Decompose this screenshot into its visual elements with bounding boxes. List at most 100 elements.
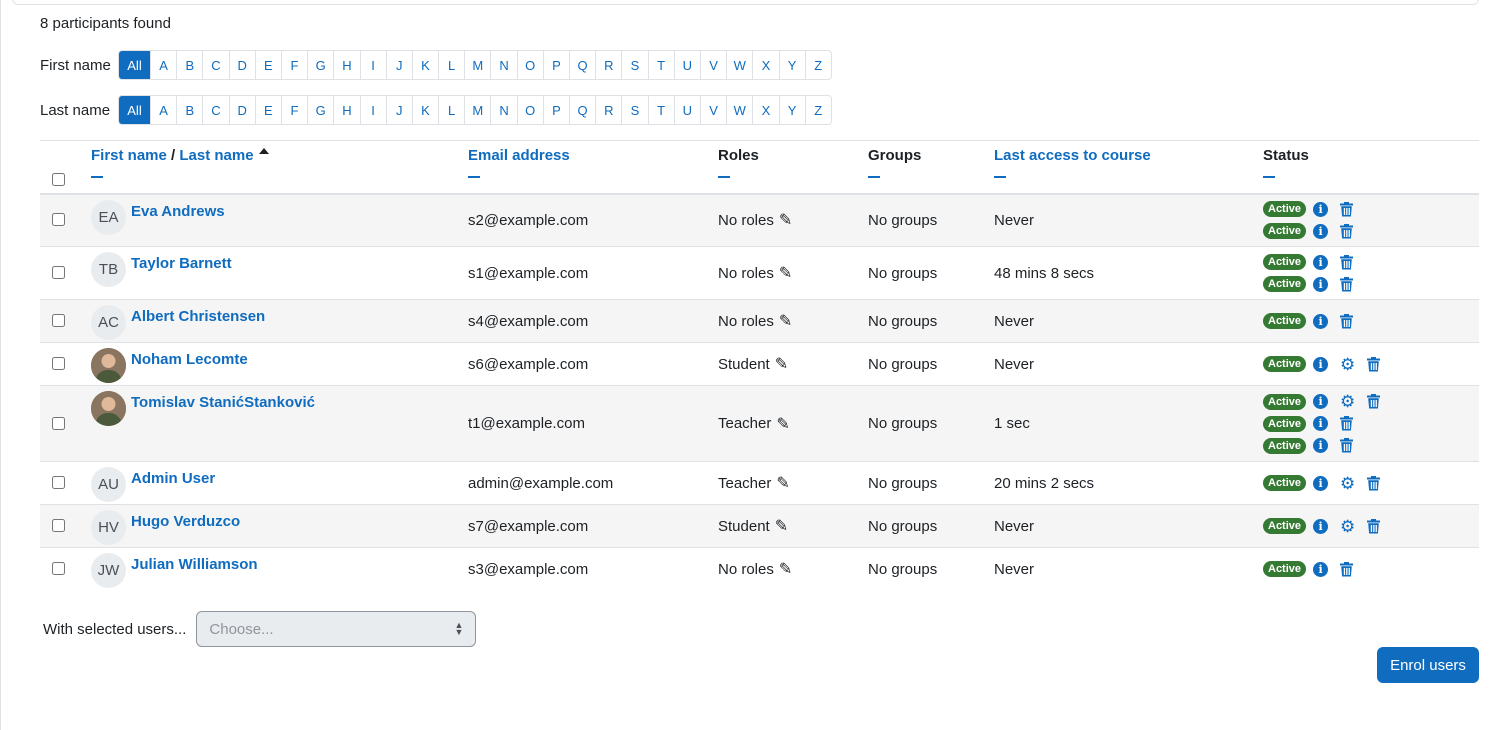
first-initials-letter-d[interactable]: D bbox=[228, 51, 255, 79]
trash-icon[interactable] bbox=[1340, 254, 1354, 270]
last-initials-letter-f[interactable]: F bbox=[280, 96, 307, 124]
info-icon[interactable]: i bbox=[1313, 416, 1329, 431]
pencil-icon[interactable]: ✎ bbox=[779, 559, 792, 579]
select-user-checkbox[interactable] bbox=[52, 266, 65, 279]
trash-icon[interactable] bbox=[1367, 394, 1381, 409]
collapse-column-icon[interactable] bbox=[468, 176, 480, 178]
user-link[interactable]: TB Taylor Barnett bbox=[91, 252, 232, 287]
pencil-icon[interactable]: ✎ bbox=[779, 210, 792, 230]
trash-icon[interactable] bbox=[1340, 313, 1354, 329]
collapse-column-icon[interactable] bbox=[994, 176, 1006, 178]
last-initials-letter-h[interactable]: H bbox=[333, 96, 359, 124]
collapse-column-icon[interactable] bbox=[718, 176, 730, 178]
last-initials-letter-j[interactable]: J bbox=[385, 96, 412, 124]
collapse-column-icon[interactable] bbox=[91, 176, 103, 178]
pencil-icon[interactable]: ✎ bbox=[779, 311, 792, 331]
first-initials-letter-y[interactable]: Y bbox=[778, 51, 805, 79]
first-initials-letter-t[interactable]: T bbox=[647, 51, 674, 79]
info-icon[interactable]: i bbox=[1313, 438, 1329, 453]
trash-icon[interactable] bbox=[1367, 475, 1381, 491]
sort-last-access-link[interactable]: Last access to course bbox=[994, 147, 1151, 164]
last-initials-letter-u[interactable]: U bbox=[673, 96, 700, 124]
trash-icon[interactable] bbox=[1340, 561, 1354, 577]
gear-icon[interactable]: ⚙ bbox=[1340, 475, 1355, 492]
trash-icon[interactable] bbox=[1340, 223, 1354, 239]
user-link[interactable]: Noham Lecomte bbox=[91, 348, 248, 383]
first-initials-letter-h[interactable]: H bbox=[333, 51, 359, 79]
user-link[interactable]: Tomislav StanićStanković bbox=[91, 391, 315, 426]
user-link[interactable]: HV Hugo Verduzco bbox=[91, 510, 240, 545]
trash-icon[interactable] bbox=[1340, 276, 1354, 292]
collapse-column-icon[interactable] bbox=[1263, 176, 1275, 178]
last-initials-letter-m[interactable]: M bbox=[464, 96, 490, 124]
info-icon[interactable]: i bbox=[1313, 561, 1329, 577]
last-initials-letter-s[interactable]: S bbox=[621, 96, 647, 124]
last-initials-letter-a[interactable]: A bbox=[150, 96, 176, 124]
info-icon[interactable]: i bbox=[1313, 475, 1329, 491]
first-initials-letter-u[interactable]: U bbox=[673, 51, 700, 79]
trash-icon[interactable] bbox=[1340, 201, 1354, 217]
first-initials-letter-n[interactable]: N bbox=[490, 51, 516, 79]
first-initials-letter-l[interactable]: L bbox=[438, 51, 464, 79]
user-link[interactable]: JW Julian Williamson bbox=[91, 553, 258, 588]
first-initials-letter-x[interactable]: X bbox=[752, 51, 778, 79]
first-initials-letter-w[interactable]: W bbox=[726, 51, 752, 79]
user-link[interactable]: EA Eva Andrews bbox=[91, 199, 225, 235]
last-initials-letter-all[interactable]: All bbox=[119, 96, 150, 124]
last-initials-letter-r[interactable]: R bbox=[595, 96, 621, 124]
info-icon[interactable]: i bbox=[1313, 254, 1329, 270]
first-initials-letter-g[interactable]: G bbox=[307, 51, 333, 79]
trash-icon[interactable] bbox=[1367, 518, 1381, 534]
info-icon[interactable]: i bbox=[1313, 223, 1329, 239]
first-initials-letter-i[interactable]: I bbox=[359, 51, 386, 79]
select-all-checkbox[interactable] bbox=[52, 173, 65, 187]
select-user-checkbox[interactable] bbox=[52, 314, 65, 327]
bulk-action-select[interactable]: Choose... ▲ ▼ bbox=[196, 611, 477, 647]
last-initials-letter-i[interactable]: I bbox=[359, 96, 386, 124]
user-link[interactable]: AC Albert Christensen bbox=[91, 305, 265, 340]
first-initials-letter-v[interactable]: V bbox=[699, 51, 726, 79]
sort-email-link[interactable]: Email address bbox=[468, 147, 570, 164]
collapse-column-icon[interactable] bbox=[868, 176, 880, 178]
first-initials-letter-j[interactable]: J bbox=[385, 51, 412, 79]
first-initials-letter-k[interactable]: K bbox=[411, 51, 438, 79]
info-icon[interactable]: i bbox=[1313, 356, 1329, 372]
select-user-checkbox[interactable] bbox=[52, 213, 65, 227]
last-initials-letter-d[interactable]: D bbox=[228, 96, 255, 124]
first-initials-letter-s[interactable]: S bbox=[621, 51, 647, 79]
trash-icon[interactable] bbox=[1340, 416, 1354, 431]
last-initials-letter-l[interactable]: L bbox=[438, 96, 464, 124]
trash-icon[interactable] bbox=[1340, 438, 1354, 453]
last-initials-letter-q[interactable]: Q bbox=[569, 96, 595, 124]
select-user-checkbox[interactable] bbox=[52, 416, 65, 430]
info-icon[interactable]: i bbox=[1313, 201, 1329, 217]
first-initials-letter-e[interactable]: E bbox=[254, 51, 281, 79]
first-initials-letter-all[interactable]: All bbox=[119, 51, 150, 79]
first-initials-letter-b[interactable]: B bbox=[176, 51, 202, 79]
pencil-icon[interactable]: ✎ bbox=[775, 516, 788, 536]
first-initials-letter-z[interactable]: Z bbox=[804, 51, 831, 79]
info-icon[interactable]: i bbox=[1313, 394, 1329, 409]
select-user-checkbox[interactable] bbox=[52, 476, 65, 489]
first-initials-letter-a[interactable]: A bbox=[150, 51, 176, 79]
first-initials-letter-o[interactable]: O bbox=[516, 51, 543, 79]
enrol-users-button[interactable]: Enrol users bbox=[1377, 647, 1479, 683]
pencil-icon[interactable]: ✎ bbox=[776, 414, 789, 434]
pencil-icon[interactable]: ✎ bbox=[775, 354, 788, 374]
first-initials-letter-f[interactable]: F bbox=[280, 51, 307, 79]
gear-icon[interactable]: ⚙ bbox=[1340, 356, 1355, 373]
select-user-checkbox[interactable] bbox=[52, 357, 65, 370]
last-initials-letter-y[interactable]: Y bbox=[778, 96, 805, 124]
select-user-checkbox[interactable] bbox=[52, 562, 65, 576]
first-initials-letter-m[interactable]: M bbox=[464, 51, 490, 79]
gear-icon[interactable]: ⚙ bbox=[1340, 518, 1355, 535]
last-initials-letter-o[interactable]: O bbox=[516, 96, 543, 124]
info-icon[interactable]: i bbox=[1313, 518, 1329, 534]
last-initials-letter-w[interactable]: W bbox=[726, 96, 752, 124]
pencil-icon[interactable]: ✎ bbox=[779, 263, 792, 283]
last-initials-letter-b[interactable]: B bbox=[176, 96, 202, 124]
trash-icon[interactable] bbox=[1367, 356, 1381, 372]
last-initials-letter-x[interactable]: X bbox=[752, 96, 778, 124]
pencil-icon[interactable]: ✎ bbox=[776, 473, 789, 493]
first-initials-letter-c[interactable]: C bbox=[202, 51, 228, 79]
